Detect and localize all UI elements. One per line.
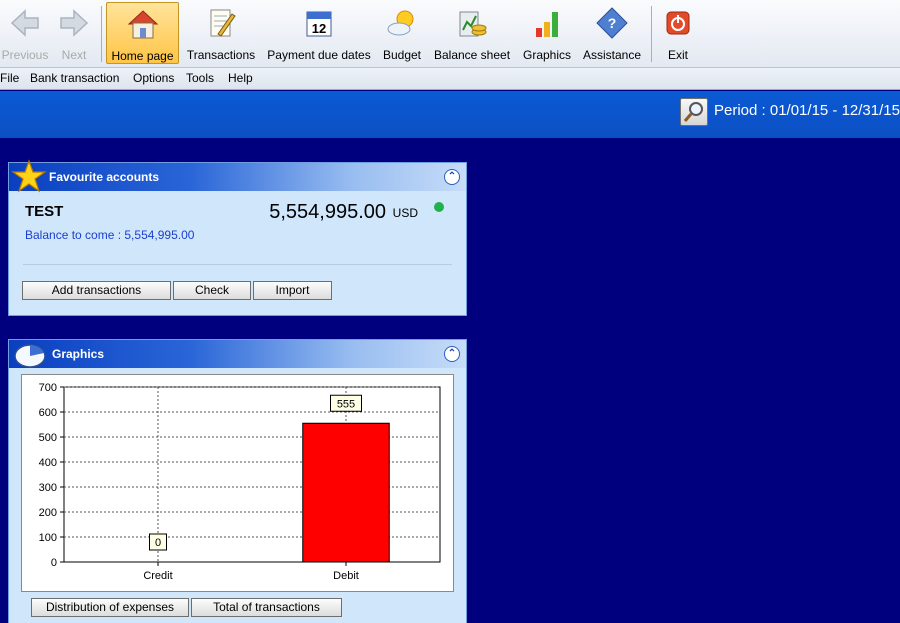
payment-due-dates-label: Payment due dates [267, 48, 371, 62]
help-diamond-icon: ? [596, 7, 628, 39]
bar [302, 422, 390, 563]
y-tick-label: 600 [39, 407, 57, 419]
x-tick-label: Debit [333, 570, 359, 582]
data-label: 555 [337, 398, 355, 410]
graphics-button[interactable]: Graphics [519, 2, 575, 64]
y-tick-label: 300 [39, 482, 57, 494]
menu-help[interactable]: Help [228, 71, 253, 85]
toolbar-separator [101, 6, 102, 62]
home-icon [127, 10, 158, 39]
account-amount: 5,554,995.00 [269, 201, 386, 223]
balance-sheet-button[interactable]: Balance sheet [431, 2, 513, 64]
toolbar-separator [651, 6, 652, 62]
divider [23, 264, 452, 265]
previous-button[interactable]: Previous [0, 2, 50, 64]
exit-button[interactable]: Exit [658, 2, 698, 64]
budget-label: Budget [382, 48, 422, 62]
previous-label: Previous [1, 48, 49, 62]
calendar-day: 12 [312, 21, 326, 36]
bar-chart: 0 100 200 300 400 500 600 700 Credit 0 Debit 555 [39, 382, 441, 582]
transactions-label: Transactions [186, 48, 256, 62]
add-transactions-button[interactable]: Add transactions [22, 281, 171, 300]
collapse-icon[interactable]: ⌃ [444, 346, 460, 362]
import-button[interactable]: Import [253, 281, 332, 300]
pie-chart-icon [14, 344, 46, 368]
assistance-label: Assistance [582, 48, 642, 62]
y-tick-label: 400 [39, 457, 57, 469]
calendar-icon: 12 [306, 11, 332, 37]
menu-bank-transaction[interactable]: Bank transaction [30, 71, 119, 85]
collapse-icon[interactable]: ⌃ [444, 169, 460, 185]
favourite-accounts-panel: Favourite accounts ⌃ TEST 5,554,995.00 U… [8, 159, 467, 316]
graphics-panel: Graphics ⌃ 0 100 200 300 400 500 600 700 Credit 0… [8, 339, 467, 623]
y-tick-label: 100 [39, 532, 57, 544]
data-label: 0 [155, 537, 161, 549]
back-arrow-icon [10, 9, 39, 37]
y-tick-label: 500 [39, 432, 57, 444]
transactions-button[interactable]: Transactions [184, 2, 258, 64]
money-icon [459, 11, 487, 37]
home-page-label: Home page [111, 49, 174, 63]
bar-chart-icon [536, 12, 558, 37]
sun-cloud-icon [387, 10, 414, 36]
forward-arrow-icon [60, 9, 89, 37]
account-name[interactable]: TEST [25, 203, 63, 220]
check-button[interactable]: Check [173, 281, 251, 300]
balance-sheet-label: Balance sheet [433, 48, 511, 62]
notepad-pencil-icon [210, 9, 236, 37]
menu-options[interactable]: Options [133, 71, 174, 85]
assistance-button[interactable]: ? Assistance [580, 2, 644, 64]
favourite-accounts-title: Favourite accounts [49, 170, 160, 184]
menu-file[interactable]: File [0, 71, 19, 85]
distribution-of-expenses-button[interactable]: Distribution of expenses [31, 598, 189, 617]
menu-tools[interactable]: Tools [186, 71, 214, 85]
period-bar: Period : 01/01/15 - 12/31/15 [0, 91, 900, 138]
x-tick-label: Credit [143, 570, 172, 582]
chart-area: 0 100 200 300 400 500 600 700 Credit 0 Debit 555 [21, 374, 454, 592]
payment-due-dates-button[interactable]: 12 Payment due dates [264, 2, 374, 64]
period-label: Period : 01/01/15 - 12/31/15 [714, 102, 900, 119]
y-tick-label: 700 [39, 382, 57, 394]
magnifier-icon [683, 102, 703, 122]
balance-to-come: Balance to come : 5,554,995.00 [25, 228, 195, 242]
total-of-transactions-button[interactable]: Total of transactions [191, 598, 342, 617]
graphics-title: Graphics [52, 347, 105, 361]
y-tick-label: 200 [39, 507, 57, 519]
home-page-button[interactable]: Home page [106, 2, 179, 64]
toolbar: Previous Next Home page Transactions 12 … [0, 0, 900, 68]
y-tick-label: 0 [51, 557, 57, 569]
next-label: Next [61, 48, 87, 62]
exit-label: Exit [667, 48, 688, 62]
graphics-label: Graphics [522, 48, 572, 62]
account-status-indicator [434, 202, 444, 212]
budget-button[interactable]: Budget [378, 2, 426, 64]
power-icon [666, 11, 690, 35]
svg-text:?: ? [608, 15, 617, 31]
graphics-header: Graphics ⌃ [9, 340, 466, 368]
account-currency: USD [392, 206, 418, 220]
period-search-button[interactable] [680, 98, 708, 126]
next-button[interactable]: Next [52, 2, 96, 64]
favourite-accounts-header: Favourite accounts ⌃ [9, 159, 466, 193]
star-icon [11, 159, 47, 193]
menu-bar: File Bank transaction Options Tools Help [0, 68, 900, 90]
